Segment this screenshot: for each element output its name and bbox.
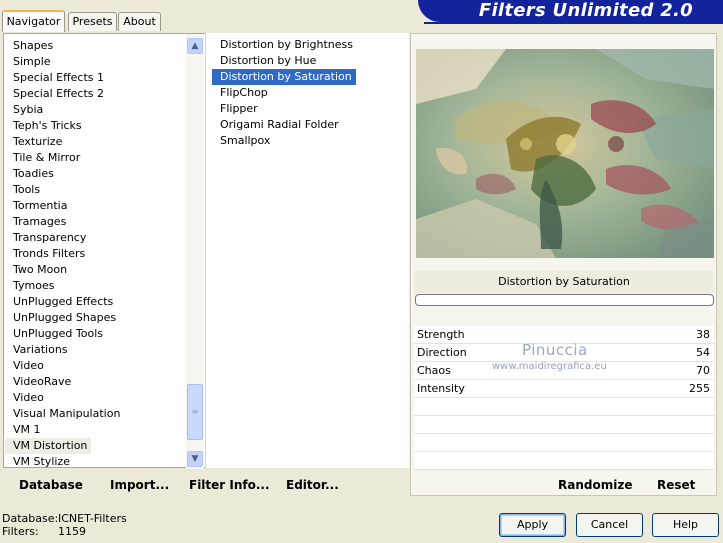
database-value: ICNET-Filters <box>58 512 127 525</box>
category-item[interactable]: Tymoes <box>5 278 185 294</box>
category-item[interactable]: VM Stylize <box>5 454 185 470</box>
status-area: Database:ICNET-Filters Filters: 1159 <box>2 512 127 538</box>
progress-bar <box>415 294 714 306</box>
category-item[interactable]: Sybia <box>5 102 185 118</box>
preview-buttons: Randomize Reset <box>414 472 714 496</box>
randomize-button[interactable]: Randomize <box>558 478 632 492</box>
database-link[interactable]: Database <box>19 478 83 492</box>
parameter-name: Strength <box>417 328 465 341</box>
parameter-value[interactable]: 38 <box>696 326 710 344</box>
empty-parameter-row <box>414 434 714 452</box>
reset-button[interactable]: Reset <box>657 478 695 492</box>
empty-parameter-row <box>414 398 714 416</box>
filter-item[interactable]: Distortion by Brightness <box>212 37 357 53</box>
watermark-url: www.maidiregrafica.eu <box>492 361 607 372</box>
category-item[interactable]: Tormentia <box>5 198 185 214</box>
category-list-panel: Shapes Simple Special Effects 1 Special Eff… <box>3 33 205 470</box>
category-item[interactable]: Toadies <box>5 166 185 182</box>
parameter-name: Direction <box>417 346 467 359</box>
parameter-name: Intensity <box>417 382 465 395</box>
parameter-value[interactable]: 70 <box>696 362 710 380</box>
filter-list: Distortion by Brightness Distortion by Hu… <box>212 37 357 149</box>
brand-banner: Filters Unlimited 2.0 <box>418 0 723 24</box>
filter-item[interactable]: Distortion by Hue <box>212 53 357 69</box>
category-item[interactable]: Texturize <box>5 134 185 150</box>
tab-presets[interactable]: Presets <box>68 12 117 31</box>
category-item[interactable]: Transparency <box>5 230 185 246</box>
parameter-value[interactable]: 255 <box>689 380 710 398</box>
category-list: Shapes Simple Special Effects 1 Special Eff… <box>5 38 185 470</box>
watermark-name: Pinuccia <box>522 341 588 359</box>
parameter-name: Chaos <box>417 364 451 377</box>
category-item[interactable]: Video <box>5 390 185 406</box>
category-item[interactable]: VideoRave <box>5 374 185 390</box>
apply-button[interactable]: Apply <box>499 513 566 537</box>
category-item[interactable]: Special Effects 1 <box>5 70 185 86</box>
import-link[interactable]: Import... <box>110 478 169 492</box>
scroll-down-button[interactable]: ▼ <box>187 451 203 467</box>
empty-parameter-row <box>414 416 714 434</box>
preview-image[interactable] <box>416 49 714 258</box>
filter-item[interactable]: Smallpox <box>212 133 357 149</box>
navigator-link-bar: Database Import... Filter Info... Editor… <box>3 470 409 496</box>
filters-count-value: 1159 <box>58 525 86 538</box>
help-button[interactable]: Help <box>652 513 719 537</box>
scroll-thumb[interactable]: ≡ <box>187 384 203 440</box>
filter-item[interactable]: FlipChop <box>212 85 357 101</box>
category-item[interactable]: Visual Manipulation <box>5 406 185 422</box>
tab-about[interactable]: About <box>118 12 161 31</box>
parameter-row[interactable]: Intensity 255 <box>414 380 714 398</box>
category-item[interactable]: UnPlugged Shapes <box>5 310 185 326</box>
category-item[interactable]: Video <box>5 358 185 374</box>
category-item[interactable]: Two Moon <box>5 262 185 278</box>
empty-parameter-row <box>414 452 714 470</box>
parameter-value[interactable]: 54 <box>696 344 710 362</box>
filter-info-link[interactable]: Filter Info... <box>189 478 270 492</box>
database-label: Database: <box>2 512 59 525</box>
scroll-up-button[interactable]: ▲ <box>187 38 203 54</box>
category-item[interactable]: Tronds Filters <box>5 246 185 262</box>
filter-item[interactable]: Origami Radial Folder <box>212 117 357 133</box>
category-item[interactable]: UnPlugged Tools <box>5 326 185 342</box>
preview-panel: Distortion by Saturation Strength 38 Direc… <box>410 33 717 496</box>
tab-navigator[interactable]: Navigator <box>2 10 65 32</box>
category-item[interactable]: Special Effects 2 <box>5 86 185 102</box>
category-item[interactable]: Tramages <box>5 214 185 230</box>
filter-name-display: Distortion by Saturation <box>414 271 714 293</box>
category-item[interactable]: UnPlugged Effects <box>5 294 185 310</box>
filter-list-panel: Distortion by Brightness Distortion by Hu… <box>205 33 409 468</box>
cancel-button[interactable]: Cancel <box>576 513 643 537</box>
category-item[interactable]: Tools <box>5 182 185 198</box>
category-scrollbar[interactable]: ▲ ≡ ▼ <box>186 34 204 469</box>
filters-count-label: Filters: <box>2 525 39 538</box>
category-item[interactable]: VM 1 <box>5 422 185 438</box>
filter-item[interactable]: Distortion by Saturation <box>212 69 356 85</box>
category-item[interactable]: Tile & Mirror <box>5 150 185 166</box>
category-item[interactable]: Teph's Tricks <box>5 118 185 134</box>
filter-item[interactable]: Flipper <box>212 101 357 117</box>
category-item[interactable]: Shapes <box>5 38 185 54</box>
editor-link[interactable]: Editor... <box>286 478 339 492</box>
category-item[interactable]: Simple <box>5 54 185 70</box>
category-item[interactable]: VM Distortion <box>5 438 92 454</box>
category-item[interactable]: Variations <box>5 342 185 358</box>
